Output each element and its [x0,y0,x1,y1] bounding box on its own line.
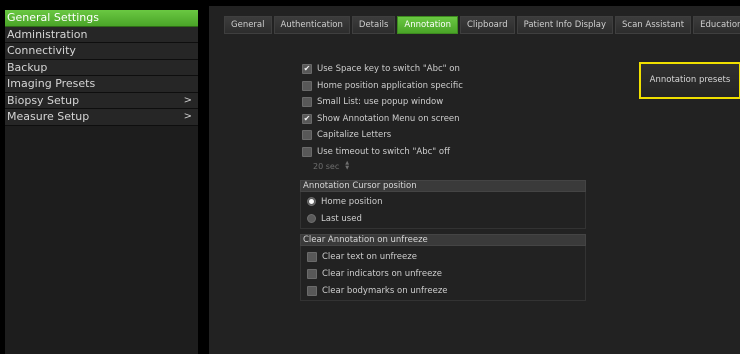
radio-last-used[interactable]: Last used [307,212,362,225]
option-label: Show Annotation Menu on screen [317,113,460,124]
group-header-cursor-position: Annotation Cursor position [300,180,586,192]
sidebar-item-label: Biopsy Setup [7,93,80,107]
option-timeout-abc-off[interactable]: Use timeout to switch "Abc" off [302,145,450,158]
option-label: Clear indicators on unfreeze [322,268,442,279]
sidebar-item-label: Imaging Presets [7,77,96,90]
tab-bar: General Authentication Details Annotatio… [224,16,740,34]
group-header-clear-annotation: Clear Annotation on unfreeze [300,234,586,246]
sidebar-item-label: Administration [7,27,88,41]
option-label: Use timeout to switch "Abc" off [317,146,450,157]
sidebar-item-label: General Settings [7,11,99,24]
radio-selected[interactable] [307,197,316,206]
option-label: Home position [321,196,383,207]
checkbox-checked[interactable]: ✔ [302,113,312,124]
option-label: Use Space key to switch "Abc" on [317,63,460,74]
option-label: Clear bodymarks on unfreeze [322,285,448,296]
tab-patient-info-display[interactable]: Patient Info Display [516,16,614,34]
option-space-key-abc[interactable]: ✔ Use Space key to switch "Abc" on [302,62,460,75]
timeout-spinner[interactable]: 20 sec ▲ ▼ [313,159,351,173]
sidebar-item-administration[interactable]: Administration [5,26,198,43]
sidebar-item-measure-setup[interactable]: Measure Setup > [5,109,198,126]
option-home-position-specific[interactable]: Home position application specific [302,79,463,92]
settings-panel: General Authentication Details Annotatio… [209,6,740,354]
timeout-value: 20 sec [313,161,340,171]
checkbox-unchecked[interactable] [307,285,317,296]
checkbox-unchecked[interactable] [302,96,312,107]
sidebar-item-label: Measure Setup [7,110,90,123]
sidebar-item-label: Connectivity [7,44,76,57]
chevron-right-icon: > [183,94,192,106]
sidebar-item-general-settings[interactable]: General Settings [5,10,198,27]
option-show-annotation-menu[interactable]: ✔ Show Annotation Menu on screen [302,112,460,125]
sidebar-item-imaging-presets[interactable]: Imaging Presets [5,76,198,93]
tab-scan-assistant[interactable]: Scan Assistant [615,16,692,34]
tab-annotation[interactable]: Annotation [397,16,458,34]
sidebar-item-label: Backup [7,60,48,74]
option-label: Clear text on unfreeze [322,251,417,262]
sidebar-item-biopsy-setup[interactable]: Biopsy Setup > [5,92,198,109]
checkbox-unchecked[interactable] [307,268,317,279]
checkbox-unchecked[interactable] [307,251,317,262]
option-clear-indicators[interactable]: Clear indicators on unfreeze [307,267,442,280]
sidebar-item-connectivity[interactable]: Connectivity [5,43,198,60]
radio-unselected[interactable] [307,214,316,223]
radio-home-position[interactable]: Home position [307,195,382,208]
sidebar-item-backup[interactable]: Backup [5,59,198,76]
option-label: Small List: use popup window [317,96,444,107]
option-clear-text[interactable]: Clear text on unfreeze [307,250,417,263]
tab-authentication[interactable]: Authentication [273,16,350,34]
tab-general[interactable]: General [224,16,272,34]
option-clear-bodymarks[interactable]: Clear bodymarks on unfreeze [307,284,448,297]
checkbox-unchecked[interactable] [302,146,312,157]
checkbox-unchecked[interactable] [302,80,312,91]
spinner-arrows-icon[interactable]: ▲ ▼ [345,161,349,171]
option-small-list-popup[interactable]: Small List: use popup window [302,95,443,108]
chevron-right-icon: > [183,111,192,122]
tab-clipboard[interactable]: Clipboard [460,16,515,34]
settings-sidebar: General Settings Administration Connecti… [5,10,198,354]
option-capitalize-letters[interactable]: Capitalize Letters [302,128,391,141]
tab-details[interactable]: Details [351,16,396,34]
tab-education[interactable]: Education [693,16,740,34]
option-label: Capitalize Letters [317,129,392,140]
option-label: Last used [321,213,362,224]
checkbox-unchecked[interactable] [302,129,312,140]
checkbox-checked[interactable]: ✔ [302,63,312,74]
annotation-presets-button[interactable]: Annotation presets [639,62,740,99]
option-label: Home position application specific [317,80,463,91]
